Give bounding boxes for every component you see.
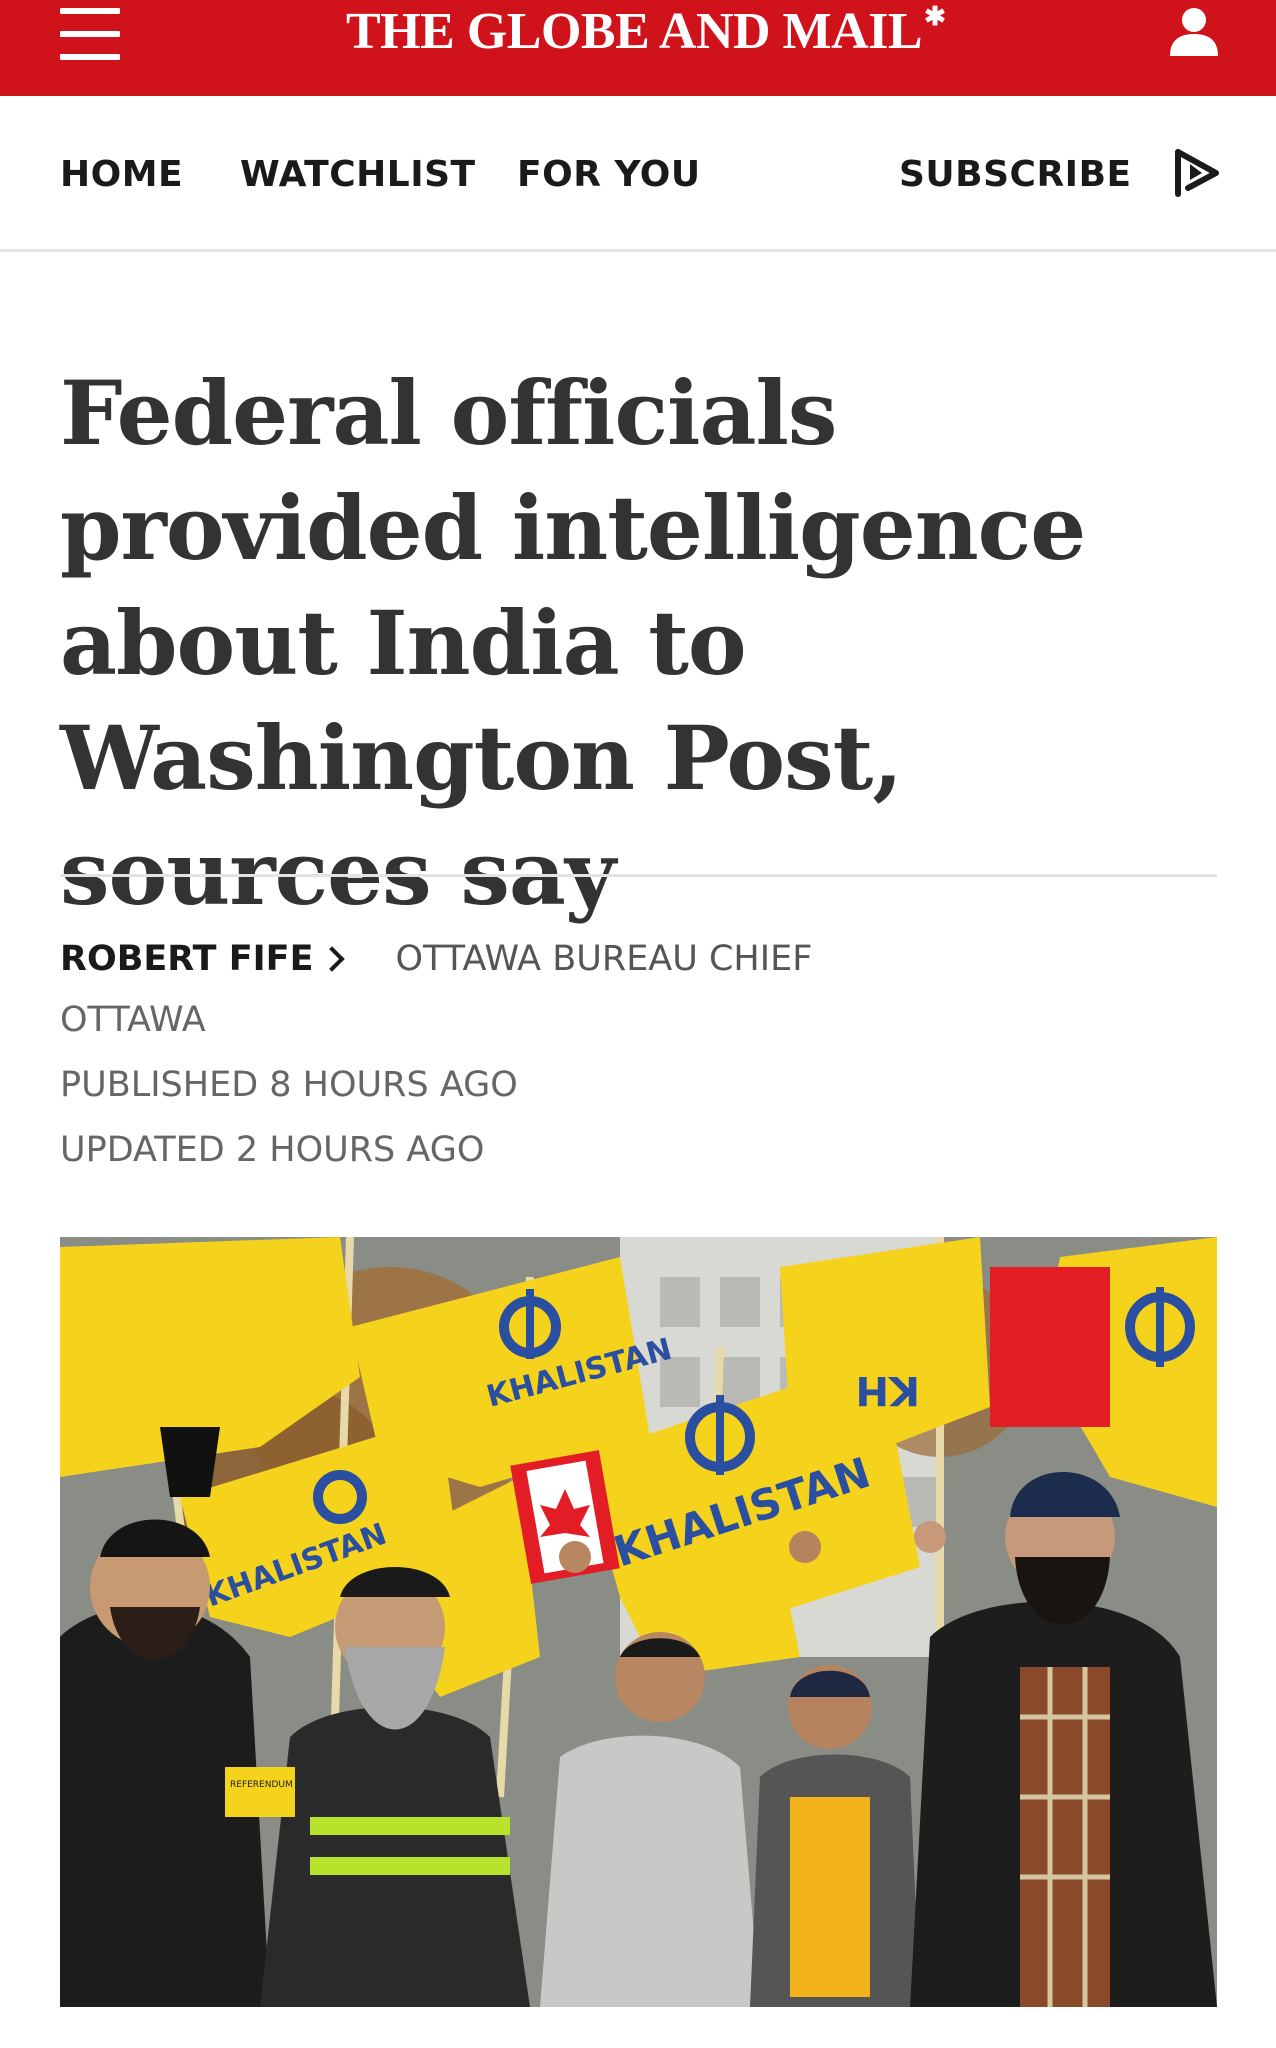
byline-row: ROBERT FIFE OTTAWA BUREAU CHIEF — [60, 934, 812, 984]
masthead: THE GLOBE AND MAIL ✱ — [0, 0, 1276, 96]
menu-line — [60, 8, 120, 14]
account-icon[interactable] — [1168, 6, 1220, 58]
sign-text: REFERENDUM — [230, 1780, 293, 1790]
play-video-icon[interactable] — [1172, 148, 1222, 198]
logo-text: THE GLOBE AND MAIL — [346, 2, 923, 60]
rally-photo-illustration: KHALISTAN KH KHALISTAN KHALISTAN REFEREN… — [60, 1237, 1217, 2007]
nav-for-you[interactable]: FOR YOU — [517, 154, 701, 195]
author-link[interactable]: ROBERT FIFE — [60, 939, 313, 979]
updated-time: UPDATED 2 HOURS AGO — [60, 1130, 485, 1170]
section-nav: HOME WATCHLIST FOR YOU SUBSCRIBE — [0, 96, 1276, 252]
maple-leaf-icon: ✱ — [924, 2, 946, 31]
flag-text: KH — [856, 1367, 920, 1413]
subscribe-link[interactable]: SUBSCRIBE — [899, 154, 1132, 195]
author-role: OTTAWA BUREAU CHIEF — [395, 939, 813, 979]
article-headline: Federal officials provided intelligence … — [60, 361, 1086, 925]
published-time: PUBLISHED 8 HOURS AGO — [60, 1065, 518, 1105]
chevron-right-icon[interactable] — [319, 946, 346, 972]
dateline: OTTAWA — [60, 1000, 206, 1040]
nav-home[interactable]: HOME — [60, 154, 183, 195]
nav-watchlist[interactable]: WATCHLIST — [240, 154, 476, 195]
menu-line — [60, 31, 120, 37]
lead-photo[interactable]: KHALISTAN KH KHALISTAN KHALISTAN REFEREN… — [60, 1237, 1217, 2007]
hamburger-menu-icon[interactable] — [60, 8, 120, 60]
menu-line — [60, 54, 120, 60]
site-logo[interactable]: THE GLOBE AND MAIL ✱ — [346, 0, 946, 62]
byline: ROBERT FIFE OTTAWA BUREAU CHIEF — [60, 934, 812, 984]
headline-divider — [60, 874, 1217, 877]
